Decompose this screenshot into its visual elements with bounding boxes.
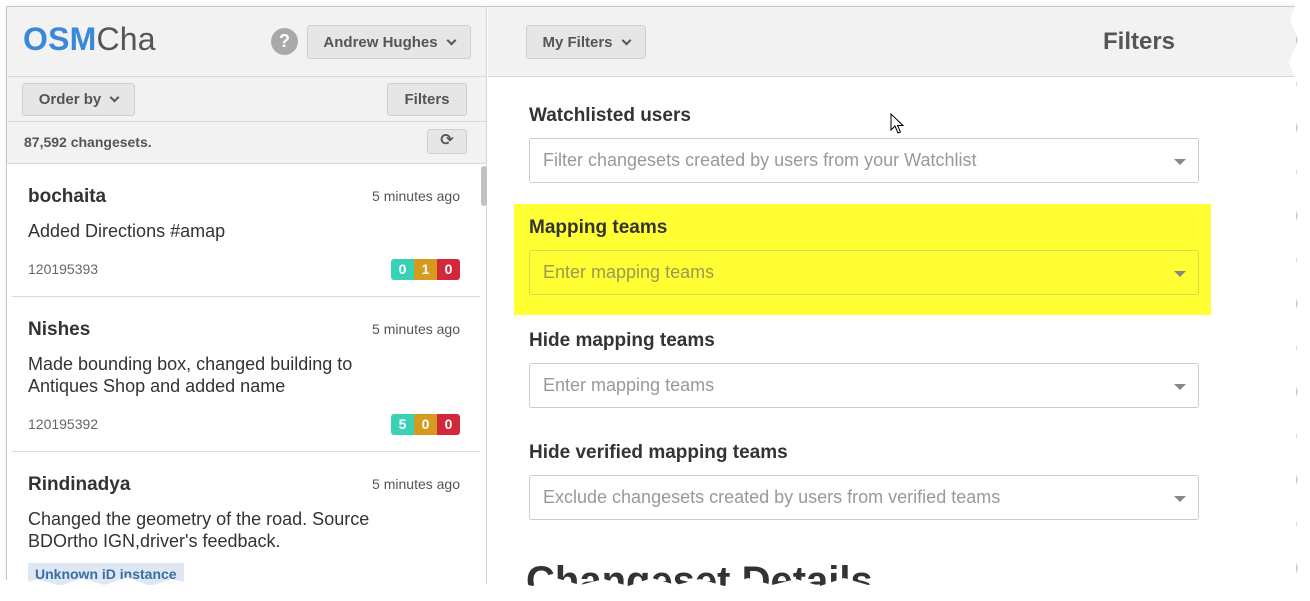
delete-count-badge: 0	[437, 259, 460, 280]
user-menu-label: Andrew Hughes	[323, 33, 438, 51]
filters-button-label: Filters	[404, 91, 450, 108]
list-scrollbar[interactable]	[481, 166, 487, 206]
select-placeholder: Exclude changesets created by users from…	[543, 487, 1001, 507]
changeset-id: 120195393	[28, 261, 99, 277]
help-icon[interactable]: ?	[271, 28, 298, 55]
refresh-icon[interactable]: ⟳	[427, 129, 467, 154]
hide-mapping-teams-label: Hide mapping teams	[529, 330, 715, 351]
change-count-badges: 0 1 0	[391, 259, 460, 280]
list-item[interactable]: Nishes 5 minutes ago Made bounding box, …	[12, 297, 480, 452]
changeset-time: 5 minutes ago	[372, 321, 460, 337]
select-placeholder: Enter mapping teams	[543, 262, 715, 282]
filters-header: My Filters Filters	[488, 7, 1296, 77]
chevron-down-icon	[621, 35, 631, 45]
list-item[interactable]: Rindinadya 5 minutes ago Changed the geo…	[12, 452, 480, 594]
filters-button[interactable]: Filters	[387, 83, 467, 116]
order-by-label: Order by	[38, 91, 102, 108]
create-count-badge: 5	[391, 414, 414, 435]
my-filters-label: My Filters	[542, 33, 613, 51]
modify-count-badge: 1	[414, 259, 437, 280]
change-count-badges: 5 0 0	[391, 414, 460, 435]
select-placeholder: Enter mapping teams	[543, 375, 715, 395]
caret-down-icon	[1174, 271, 1186, 277]
watchlisted-users-select[interactable]: Filter changesets created by users from …	[529, 138, 1199, 183]
changeset-details-heading: Changeset Details	[526, 559, 873, 594]
changeset-count-bar: 87,592 changesets. ⟳	[7, 122, 486, 164]
filters-panel: My Filters Filters Watchlisted users Fil…	[488, 7, 1296, 594]
changeset-comment: Made bounding box, changed building to A…	[28, 354, 353, 396]
caret-down-icon	[1174, 159, 1186, 165]
logo-part-cha: Cha	[96, 21, 156, 57]
hide-mapping-teams-select[interactable]: Enter mapping teams	[529, 363, 1199, 408]
caret-down-icon	[1174, 496, 1186, 502]
changeset-id: 120195392	[28, 416, 99, 432]
modify-count-badge: 0	[414, 414, 437, 435]
changeset-comment: Changed the geometry of the road. Source…	[28, 509, 370, 551]
caret-down-icon	[1174, 384, 1186, 390]
hide-verified-teams-select[interactable]: Exclude changesets created by users from…	[529, 475, 1199, 520]
chevron-down-icon	[446, 35, 457, 45]
list-item[interactable]: bochaita 5 minutes ago Added Directions …	[12, 164, 480, 297]
delete-count-badge: 0	[437, 414, 460, 435]
mapping-teams-select[interactable]: Enter mapping teams	[529, 250, 1199, 295]
changeset-user[interactable]: bochaita	[28, 186, 106, 208]
list-toolbar: Order by Filters	[7, 77, 486, 122]
my-filters-button[interactable]: My Filters	[526, 25, 646, 59]
user-menu-button[interactable]: Andrew Hughes	[307, 25, 471, 59]
left-header: OSMCha ? Andrew Hughes	[7, 7, 486, 77]
create-count-badge: 0	[391, 259, 414, 280]
changeset-count: 87,592 changesets.	[24, 134, 152, 150]
app-logo[interactable]: OSMCha	[23, 21, 156, 58]
hide-verified-teams-label: Hide verified mapping teams	[529, 442, 788, 463]
select-placeholder: Filter changesets created by users from …	[543, 150, 977, 170]
order-by-button[interactable]: Order by	[22, 83, 135, 116]
changeset-time: 5 minutes ago	[372, 188, 460, 204]
changeset-comment: Added Directions #amap	[28, 221, 226, 241]
editor-tag: Unknown iD instance	[28, 563, 184, 585]
changeset-user[interactable]: Nishes	[28, 319, 90, 341]
mouse-cursor-icon	[890, 112, 905, 134]
changeset-user[interactable]: Rindinadya	[28, 474, 130, 496]
mapping-teams-label: Mapping teams	[529, 217, 668, 238]
watchlisted-users-label: Watchlisted users	[529, 105, 691, 126]
panel-title: Filters	[1103, 28, 1176, 55]
app-window: OSMCha ? Andrew Hughes Order by Filters …	[6, 6, 1296, 594]
logo-part-osm: OSM	[23, 21, 97, 57]
chevron-down-icon	[109, 92, 120, 103]
changeset-list-panel: OSMCha ? Andrew Hughes Order by Filters …	[7, 7, 487, 594]
changeset-time: 5 minutes ago	[372, 476, 460, 492]
changeset-list: bochaita 5 minutes ago Added Directions …	[12, 164, 480, 594]
